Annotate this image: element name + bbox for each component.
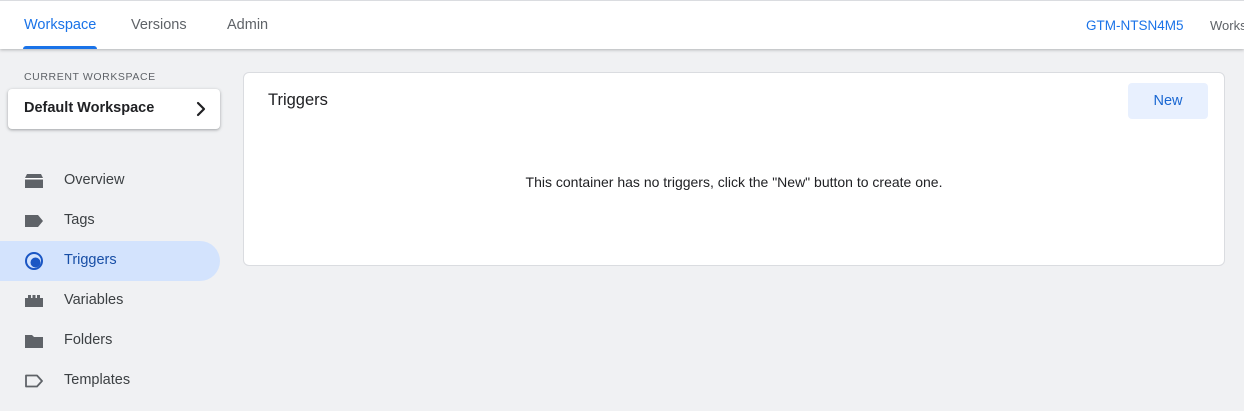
top-bar: Workspace Versions Admin GTM-NTSN4M5 Wor…: [0, 0, 1244, 49]
overview-icon: [25, 174, 43, 188]
tab-versions[interactable]: Versions: [131, 1, 187, 49]
empty-state-message: This container has no triggers, click th…: [525, 174, 943, 190]
workspace-name: Default Workspace: [24, 100, 155, 116]
sidebar-item-variables[interactable]: Variables: [0, 281, 220, 321]
sidebar-item-label: Triggers: [64, 252, 117, 268]
triggers-card: Triggers New This container has no trigg…: [243, 72, 1225, 266]
tag-icon: [25, 215, 43, 227]
sidebar-item-triggers[interactable]: Triggers: [0, 241, 220, 281]
trigger-icon: [25, 252, 43, 270]
tab-workspace[interactable]: Workspace: [22, 1, 98, 49]
sidebar-item-label: Folders: [64, 332, 113, 348]
template-icon: [25, 374, 43, 388]
workspace-clipped-label: Works: [1210, 18, 1244, 33]
sidebar-item-folders[interactable]: Folders: [0, 321, 220, 361]
variables-icon: [25, 295, 43, 307]
tab-admin[interactable]: Admin: [227, 1, 268, 49]
chevron-right-icon: [196, 101, 206, 117]
folder-icon: [25, 335, 43, 348]
page-title: Triggers: [268, 91, 328, 109]
new-trigger-button[interactable]: New: [1128, 83, 1208, 119]
sidebar-item-label: Tags: [64, 212, 95, 228]
sidebar-item-label: Overview: [64, 172, 125, 188]
sidebar-item-label: Templates: [64, 372, 131, 388]
sidebar-item-tags[interactable]: Tags: [0, 201, 220, 241]
sidebar-item-overview[interactable]: Overview: [0, 161, 220, 201]
workspace-selector[interactable]: Default Workspace: [8, 89, 220, 129]
container-id-link[interactable]: GTM-NTSN4M5: [1086, 1, 1184, 51]
current-workspace-label: CURRENT WORKSPACE: [24, 71, 156, 83]
sidebar-item-label: Variables: [64, 292, 124, 308]
sidebar-item-templates[interactable]: Templates: [0, 361, 220, 401]
